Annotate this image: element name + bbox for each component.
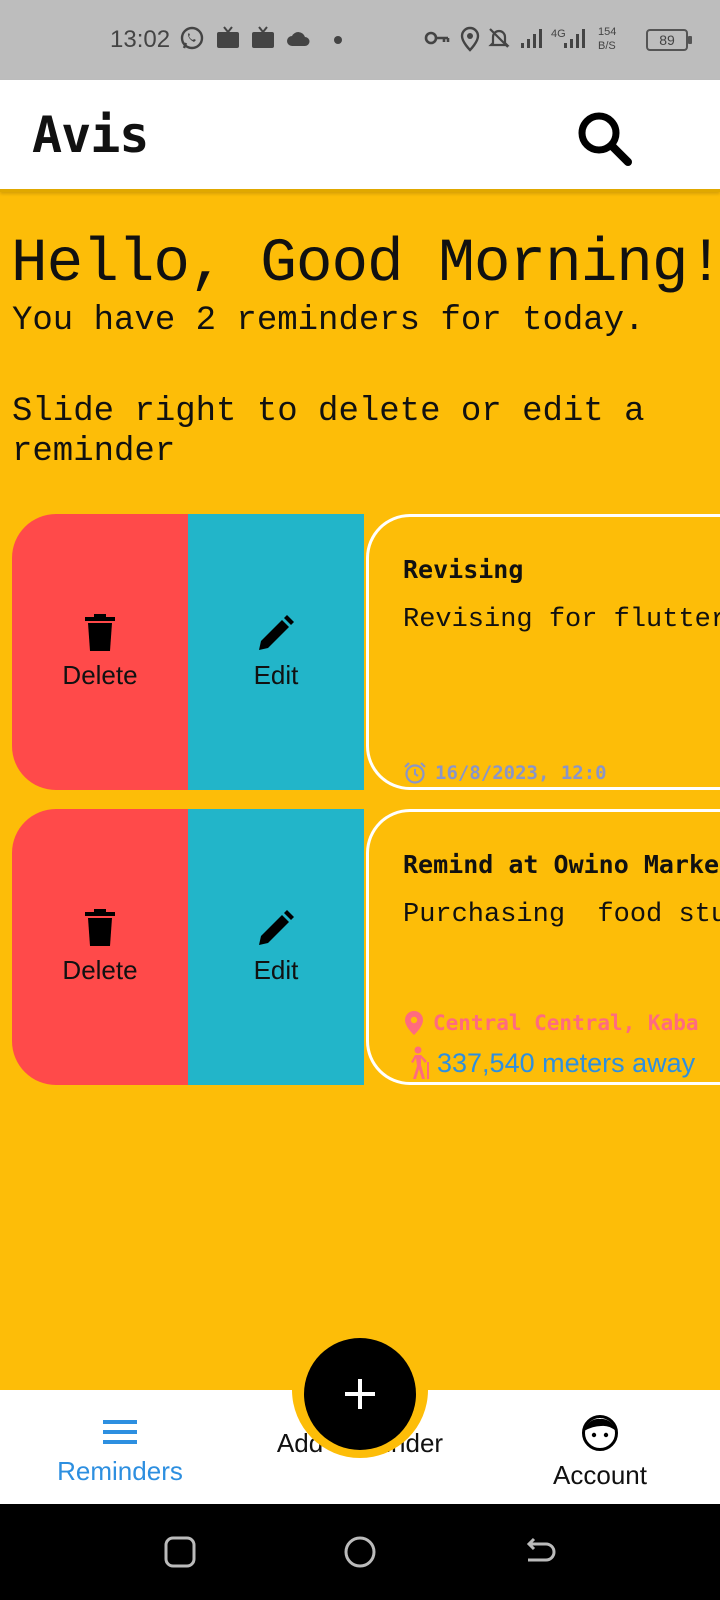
reminder-card[interactable]: Revising Revising for flutter 16/8/2023,…	[366, 514, 720, 790]
greeting-title: Hello, Good Morning!	[11, 230, 720, 299]
reminder-card[interactable]: Remind at Owino Marke Purchasing food st…	[366, 809, 720, 1085]
bell-off-icon	[488, 28, 510, 48]
back-icon[interactable]	[522, 1534, 558, 1570]
face-icon	[582, 1415, 618, 1451]
nav-reminders[interactable]: Reminders	[40, 1390, 200, 1504]
pencil-icon	[259, 614, 294, 650]
signal-icon	[521, 29, 542, 48]
recents-icon[interactable]	[162, 1534, 198, 1570]
edit-button[interactable]: Edit	[188, 514, 364, 790]
walking-icon	[411, 1046, 429, 1079]
reminder-title: Revising	[403, 555, 524, 584]
reminder-row: Delete Edit Revising Revising for flutte…	[12, 514, 720, 790]
delete-button[interactable]: Delete	[12, 809, 188, 1085]
edit-button[interactable]: Edit	[188, 809, 364, 1085]
search-icon[interactable]	[574, 108, 644, 178]
greeting-subtitle: You have 2 reminders for today.	[12, 302, 645, 340]
dot-icon	[334, 36, 342, 44]
delete-label: Delete	[62, 954, 138, 985]
cloud-icon	[287, 32, 310, 46]
reminder-distance-row: 337,540 meters away	[407, 1046, 695, 1080]
reminder-location-row: Central Central, Kaba	[403, 1010, 699, 1036]
nav-account[interactable]: Account	[530, 1390, 670, 1504]
reminder-description: Purchasing food stuf	[403, 900, 720, 930]
swipe-hint: Slide right to delete or edit a reminder	[12, 393, 645, 471]
plus-icon	[345, 1379, 375, 1409]
delete-button[interactable]: Delete	[12, 514, 188, 790]
alarm-clock-icon	[404, 762, 426, 784]
trash-icon	[85, 908, 115, 946]
reminder-distance: 337,540 meters away	[437, 1047, 696, 1078]
trash-icon	[85, 613, 115, 651]
reminder-date-row: 16/8/2023, 12:0	[403, 761, 607, 785]
pencil-icon	[259, 909, 294, 945]
nav-account-label: Account	[553, 1460, 647, 1490]
app-title: Avis	[32, 106, 149, 164]
system-nav-bar	[0, 1504, 720, 1600]
nav-reminders-label: Reminders	[57, 1456, 183, 1486]
battery-indicator: 89	[646, 29, 692, 51]
add-reminder-fab[interactable]	[304, 1338, 416, 1450]
status-bar: 13:02 4G 154 B/S 89	[0, 0, 720, 80]
list-icon	[103, 1420, 137, 1444]
tv-icon	[252, 26, 274, 48]
reminder-description: Revising for flutter	[403, 605, 720, 635]
tv-icon	[217, 26, 239, 48]
data-rate-unit: B/S	[598, 40, 616, 52]
reminder-row: Delete Edit Remind at Owino Marke Purcha…	[12, 809, 720, 1085]
app-bar: Avis	[0, 80, 720, 192]
status-time: 13:02	[110, 26, 171, 53]
home-icon[interactable]	[342, 1534, 378, 1570]
delete-label: Delete	[62, 659, 138, 690]
signal-4g-icon	[564, 29, 585, 48]
key-icon	[424, 31, 450, 45]
reminder-location: Central Central, Kaba	[433, 1011, 699, 1035]
reminder-title: Remind at Owino Marke	[403, 850, 720, 879]
whatsapp-icon	[180, 26, 204, 50]
edit-label: Edit	[253, 954, 299, 985]
reminder-date: 16/8/2023, 12:0	[435, 762, 607, 784]
location-pin-icon	[405, 1011, 423, 1035]
data-rate-value: 154	[598, 26, 617, 38]
location-icon	[460, 26, 480, 52]
edit-label: Edit	[253, 659, 299, 690]
